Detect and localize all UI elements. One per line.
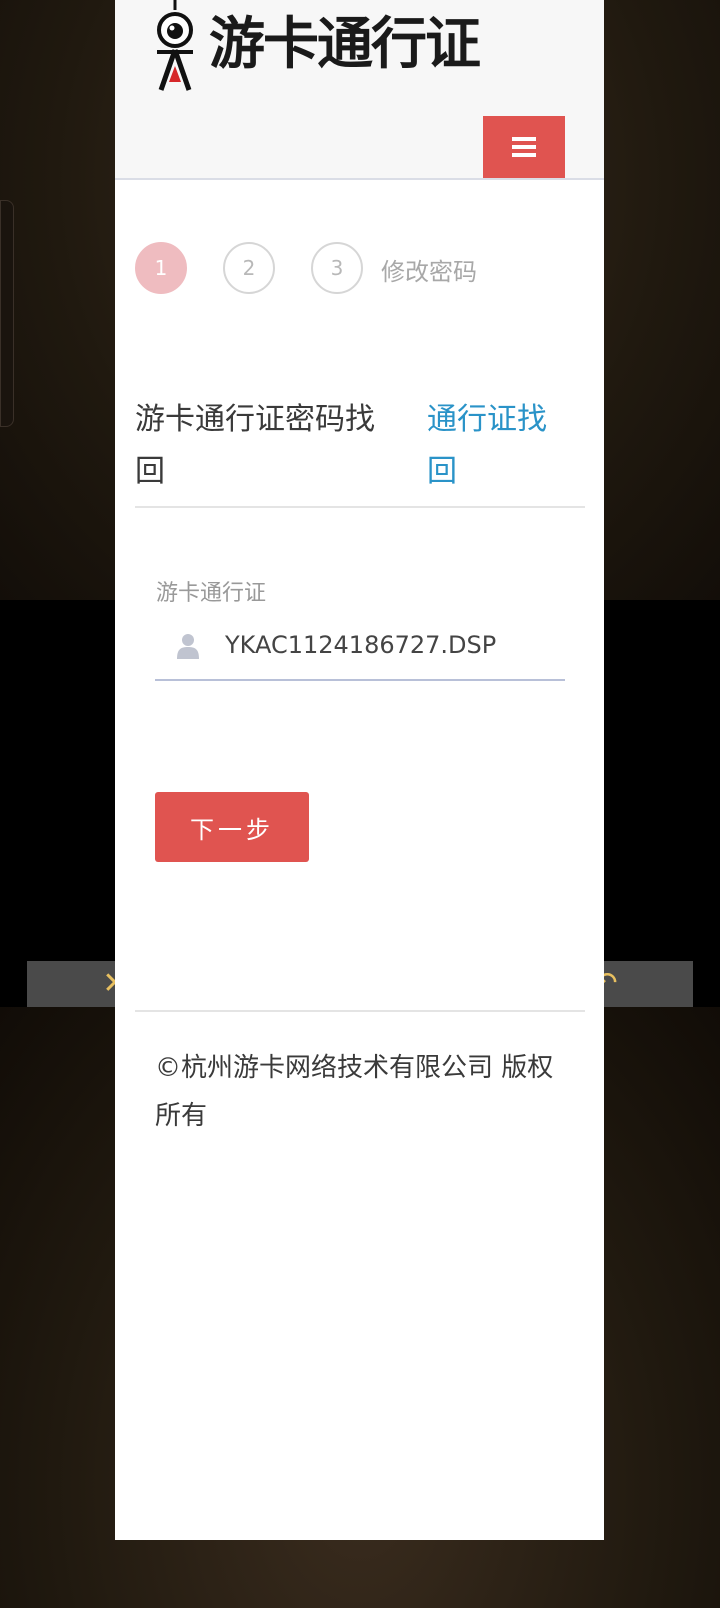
step-2: 2 bbox=[223, 242, 275, 294]
step-1: 1 bbox=[135, 242, 187, 294]
user-icon bbox=[177, 634, 199, 659]
logo-text: 游卡通行证 bbox=[209, 12, 481, 77]
copyright-text: ©杭州游卡网络技术有限公司 版权所有 bbox=[155, 1053, 554, 1131]
step-3: 3 bbox=[311, 242, 363, 294]
next-step-button[interactable]: 下一步 bbox=[155, 792, 309, 862]
passport-recovery-link[interactable]: 通行证找回 bbox=[427, 394, 567, 498]
mascot-icon bbox=[157, 0, 193, 91]
menu-button[interactable] bbox=[483, 116, 565, 178]
footer-divider bbox=[135, 1010, 585, 1012]
step-indicator: 1 2 3 修改密码 bbox=[135, 242, 595, 294]
page-title: 游卡通行证密码找回 bbox=[135, 402, 375, 489]
side-handle[interactable] bbox=[0, 200, 14, 427]
site-header: 游卡通行证 bbox=[115, 0, 604, 180]
passport-input[interactable] bbox=[225, 615, 555, 675]
hamburger-icon bbox=[512, 137, 536, 157]
site-logo[interactable]: 游卡通行证 bbox=[153, 0, 481, 92]
step-final-label: 修改密码 bbox=[381, 258, 477, 286]
passport-field-label: 游卡通行证 bbox=[156, 581, 267, 606]
web-panel: 游卡通行证 1 2 3 修改密码 游卡通行证密码找回 通行证找回 游卡通行证 下… bbox=[115, 0, 604, 1540]
passport-field[interactable] bbox=[155, 615, 565, 681]
title-row: 游卡通行证密码找回 通行证找回 bbox=[135, 394, 585, 508]
